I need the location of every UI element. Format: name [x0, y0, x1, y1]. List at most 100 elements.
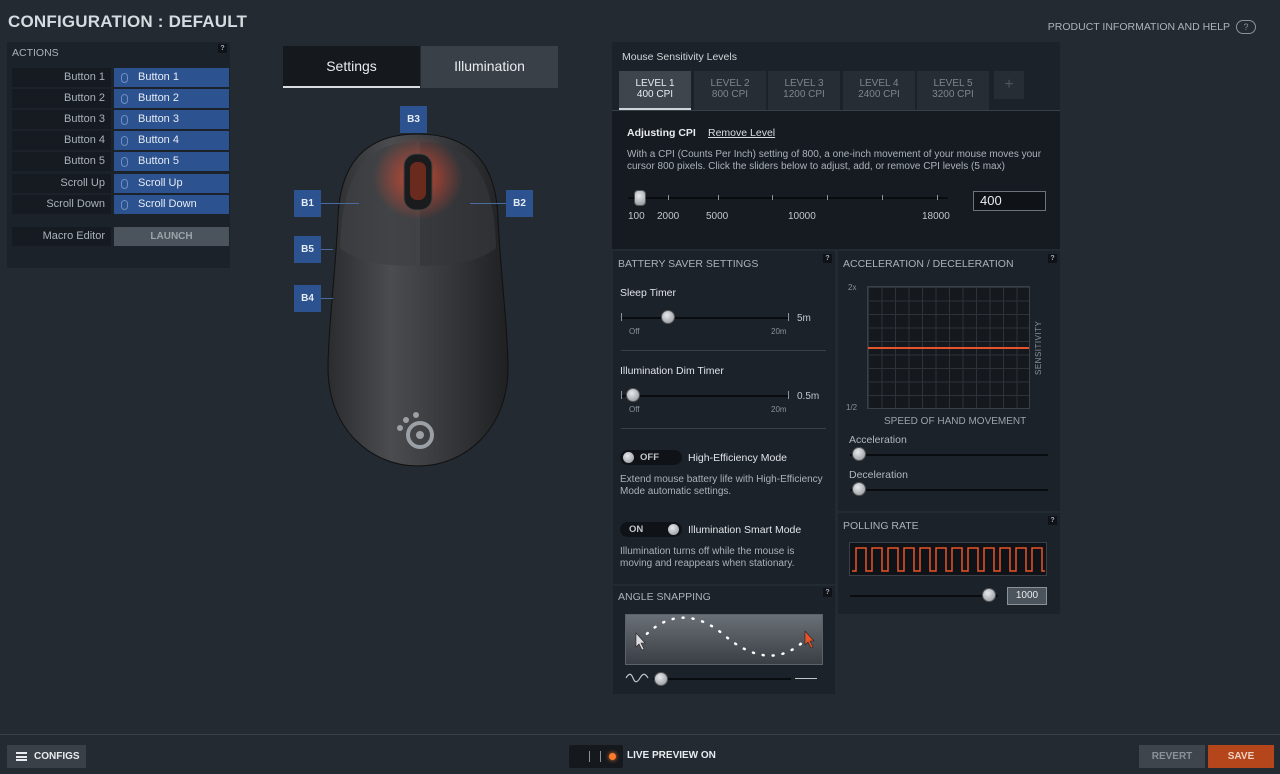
action-assign-button[interactable]: Button 3	[114, 110, 229, 129]
tag-connector	[470, 203, 506, 204]
action-label: Button 3	[12, 110, 111, 129]
polling-wave	[849, 542, 1047, 576]
help-question-icon[interactable]: ?	[1048, 516, 1057, 525]
action-value: Button 5	[138, 155, 179, 167]
acceleration-panel: ACCELERATION / DECELERATION ? 2x 1/2 SEN…	[838, 251, 1060, 511]
polling-header: POLLING RATE ?	[838, 513, 1060, 539]
polling-rate-panel: POLLING RATE ? 1000	[838, 513, 1060, 614]
level-cpi: 3200 CPI	[932, 89, 974, 100]
smart-mode-label: Illumination Smart Mode	[688, 524, 802, 536]
mouse-icon	[121, 72, 128, 83]
mouse-button-b2[interactable]: B2	[506, 190, 533, 217]
action-assign-button[interactable]: Button 5	[114, 152, 229, 171]
macro-editor-label: Macro Editor	[12, 227, 111, 246]
mouse-icon	[121, 178, 128, 189]
level-name: LEVEL 4	[859, 78, 899, 89]
action-value: Button 3	[138, 113, 179, 125]
accel-header: ACCELERATION / DECELERATION ?	[838, 251, 1060, 277]
action-assign-button[interactable]: Scroll Up	[114, 174, 229, 193]
level-tab-4[interactable]: LEVEL 4 2400 CPI	[843, 71, 915, 110]
cpi-tick	[937, 195, 938, 200]
square-wave-graphic	[852, 547, 1045, 572]
cursor-icon	[635, 632, 646, 651]
acceleration-track[interactable]	[850, 454, 1048, 456]
cpi-description: With a CPI (Counts Per Inch) setting of …	[627, 149, 1042, 172]
angle-track[interactable]	[653, 678, 791, 680]
mouse-icon	[121, 135, 128, 146]
save-button[interactable]: SAVE	[1208, 745, 1274, 768]
smart-mode-desc: Illumination turns off while the mouse i…	[620, 546, 795, 569]
dim-timer-track[interactable]	[621, 395, 789, 397]
slider-end-tick	[788, 313, 789, 321]
sleep-timer-track[interactable]	[621, 317, 789, 319]
polling-track[interactable]	[850, 595, 998, 597]
mouse-button-b4[interactable]: B4	[294, 285, 321, 312]
mouse-button-b5[interactable]: B5	[294, 236, 321, 263]
action-assign-button[interactable]: Button 1	[114, 68, 229, 87]
battery-header: BATTERY SAVER SETTINGS ?	[613, 251, 835, 277]
deceleration-handle[interactable]	[852, 482, 866, 496]
action-row: Scroll Down Scroll Down	[12, 195, 230, 214]
actions-title: ACTIONS	[12, 47, 59, 59]
accel-curve-graph[interactable]	[867, 286, 1030, 409]
dim-timer-handle[interactable]	[626, 388, 640, 402]
configs-button[interactable]: CONFIGS	[7, 745, 86, 768]
level-cpi: 400 CPI	[636, 89, 674, 100]
cpi-tick-label: 5000	[706, 211, 729, 222]
help-question-icon[interactable]: ?	[823, 254, 832, 263]
revert-button[interactable]: REVERT	[1139, 745, 1205, 768]
angle-wave-graphic	[635, 616, 815, 657]
help-question-icon[interactable]: ?	[218, 44, 227, 53]
cpi-tick-label: 100	[628, 211, 645, 222]
polling-title: POLLING RATE	[843, 520, 919, 532]
level-cpi: 2400 CPI	[858, 89, 900, 100]
tag-connector	[321, 298, 333, 299]
add-level-button[interactable]: +	[994, 71, 1024, 99]
macro-row: Macro Editor LAUNCH	[12, 227, 230, 246]
help-link[interactable]: PRODUCT INFORMATION AND HELP ?	[1048, 20, 1256, 34]
sensitivity-title: Mouse Sensitivity Levels	[622, 51, 737, 63]
cpi-slider-handle[interactable]	[634, 190, 646, 206]
mouse-icon	[121, 199, 128, 210]
level-tab-3[interactable]: LEVEL 3 1200 CPI	[768, 71, 840, 110]
cpi-tick-label: 2000	[657, 211, 680, 222]
level-tab-1[interactable]: LEVEL 1 400 CPI	[619, 71, 691, 110]
mouse-button-b1[interactable]: B1	[294, 190, 321, 217]
cpi-slider-track[interactable]	[628, 197, 948, 199]
action-value: Scroll Up	[138, 177, 183, 189]
tab-settings[interactable]: Settings	[283, 46, 420, 88]
mouse-button-b3[interactable]: B3	[400, 106, 427, 133]
cpi-tick	[827, 195, 828, 200]
action-label: Scroll Down	[12, 195, 111, 214]
level-tab-2[interactable]: LEVEL 2 800 CPI	[694, 71, 766, 110]
high-efficiency-toggle[interactable]: OFF	[620, 450, 682, 465]
list-icon-mid	[16, 755, 27, 758]
acceleration-handle[interactable]	[852, 447, 866, 461]
help-question-icon[interactable]: ?	[823, 588, 832, 597]
x-axis-label: SPEED OF HAND MOVEMENT	[884, 416, 1027, 427]
action-assign-button[interactable]: Scroll Down	[114, 195, 229, 214]
sleep-timer-handle[interactable]	[661, 310, 675, 324]
angle-snapping-panel: ANGLE SNAPPING ?	[613, 586, 835, 694]
angle-handle[interactable]	[654, 672, 668, 686]
cpi-value-input[interactable]: 400	[973, 191, 1046, 211]
tab-illumination[interactable]: Illumination	[421, 46, 558, 88]
action-assign-button[interactable]: Button 2	[114, 89, 229, 108]
y-axis-top-label: 2x	[848, 283, 857, 292]
dim-timer-value: 0.5m	[797, 391, 820, 402]
polling-handle[interactable]	[982, 588, 996, 602]
mouse-image	[327, 133, 509, 467]
live-preview-switch[interactable]	[569, 745, 623, 768]
level-name: LEVEL 1	[635, 78, 675, 89]
deceleration-label: Deceleration	[849, 469, 908, 481]
deceleration-track[interactable]	[850, 489, 1048, 491]
remove-level-link[interactable]: Remove Level	[708, 127, 775, 139]
help-question-icon[interactable]: ?	[1048, 254, 1057, 263]
divider	[621, 350, 826, 351]
action-assign-button[interactable]: Button 4	[114, 131, 229, 150]
launch-button[interactable]: LAUNCH	[114, 227, 229, 246]
polling-value[interactable]: 1000	[1007, 587, 1047, 605]
smart-mode-toggle[interactable]: ON	[620, 522, 682, 537]
level-tab-5[interactable]: LEVEL 5 3200 CPI	[917, 71, 989, 110]
cpi-tick	[718, 195, 719, 200]
